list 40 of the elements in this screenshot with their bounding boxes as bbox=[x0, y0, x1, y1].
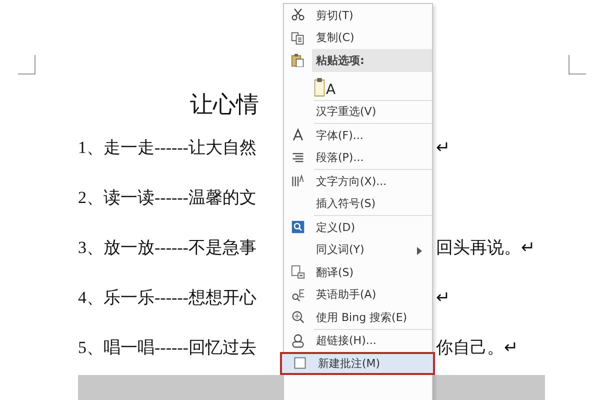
clipboard-icon bbox=[314, 76, 325, 96]
menu-header: 粘贴选项: bbox=[312, 49, 432, 72]
list-line: 5、唱一唱------回忆过去 bbox=[78, 336, 258, 358]
menu-item[interactable]: 新建批注(M) bbox=[280, 352, 435, 374]
font-icon bbox=[291, 128, 305, 142]
list-line-end: ↵ bbox=[436, 136, 450, 158]
paragraph-icon bbox=[291, 150, 305, 165]
crop-mark bbox=[568, 55, 586, 75]
text-direction-icon bbox=[291, 174, 305, 188]
menu-item[interactable]: 字体(F)... bbox=[284, 124, 432, 146]
menu-item[interactable]: 复制(C) bbox=[284, 26, 432, 49]
crop-mark bbox=[18, 55, 36, 75]
paste-button[interactable]: A bbox=[314, 74, 340, 96]
scissors-icon bbox=[291, 8, 305, 22]
clipboard-icon bbox=[291, 53, 305, 68]
list-line-end: 你自己。↵ bbox=[436, 336, 518, 358]
menu-item[interactable]: 超链接(H)... bbox=[284, 330, 432, 352]
menu-item[interactable]: 文字方向(X)... bbox=[284, 170, 432, 192]
menu-item[interactable]: 英语助手(A) bbox=[284, 284, 432, 306]
search-icon bbox=[291, 288, 305, 302]
list-line: 3、放一放------不是急事 bbox=[78, 236, 258, 258]
copy-icon bbox=[291, 30, 305, 45]
list-line-end: 回头再说。↵ bbox=[436, 236, 535, 258]
menu-item[interactable]: 使用 Bing 搜索(E) bbox=[284, 306, 432, 328]
list-line-end: ↵ bbox=[436, 286, 450, 308]
menu-item[interactable]: 定义(D) bbox=[284, 216, 432, 238]
list-line: 4、乐一乐------想想开心 bbox=[78, 286, 258, 308]
menu-item[interactable]: 翻译(S) bbox=[284, 261, 432, 284]
list-line: 1、走一走------让大自然 bbox=[78, 136, 258, 158]
menu-item[interactable]: 汉字重选(V) bbox=[284, 100, 432, 123]
search-icon bbox=[291, 220, 305, 234]
menu-item[interactable]: 插入符号(S) bbox=[284, 192, 432, 215]
comment-icon bbox=[293, 356, 307, 370]
menu-item[interactable]: 同义词(Y) bbox=[284, 238, 432, 261]
menu-item[interactable]: 剪切(T) bbox=[284, 4, 432, 26]
translate-icon bbox=[291, 265, 305, 280]
list-line: 2、读一读------温馨的文 bbox=[78, 186, 258, 208]
document-title: 让心情 bbox=[190, 91, 259, 119]
search-icon bbox=[291, 310, 305, 324]
menu-item[interactable]: 段落(P)... bbox=[284, 146, 432, 169]
